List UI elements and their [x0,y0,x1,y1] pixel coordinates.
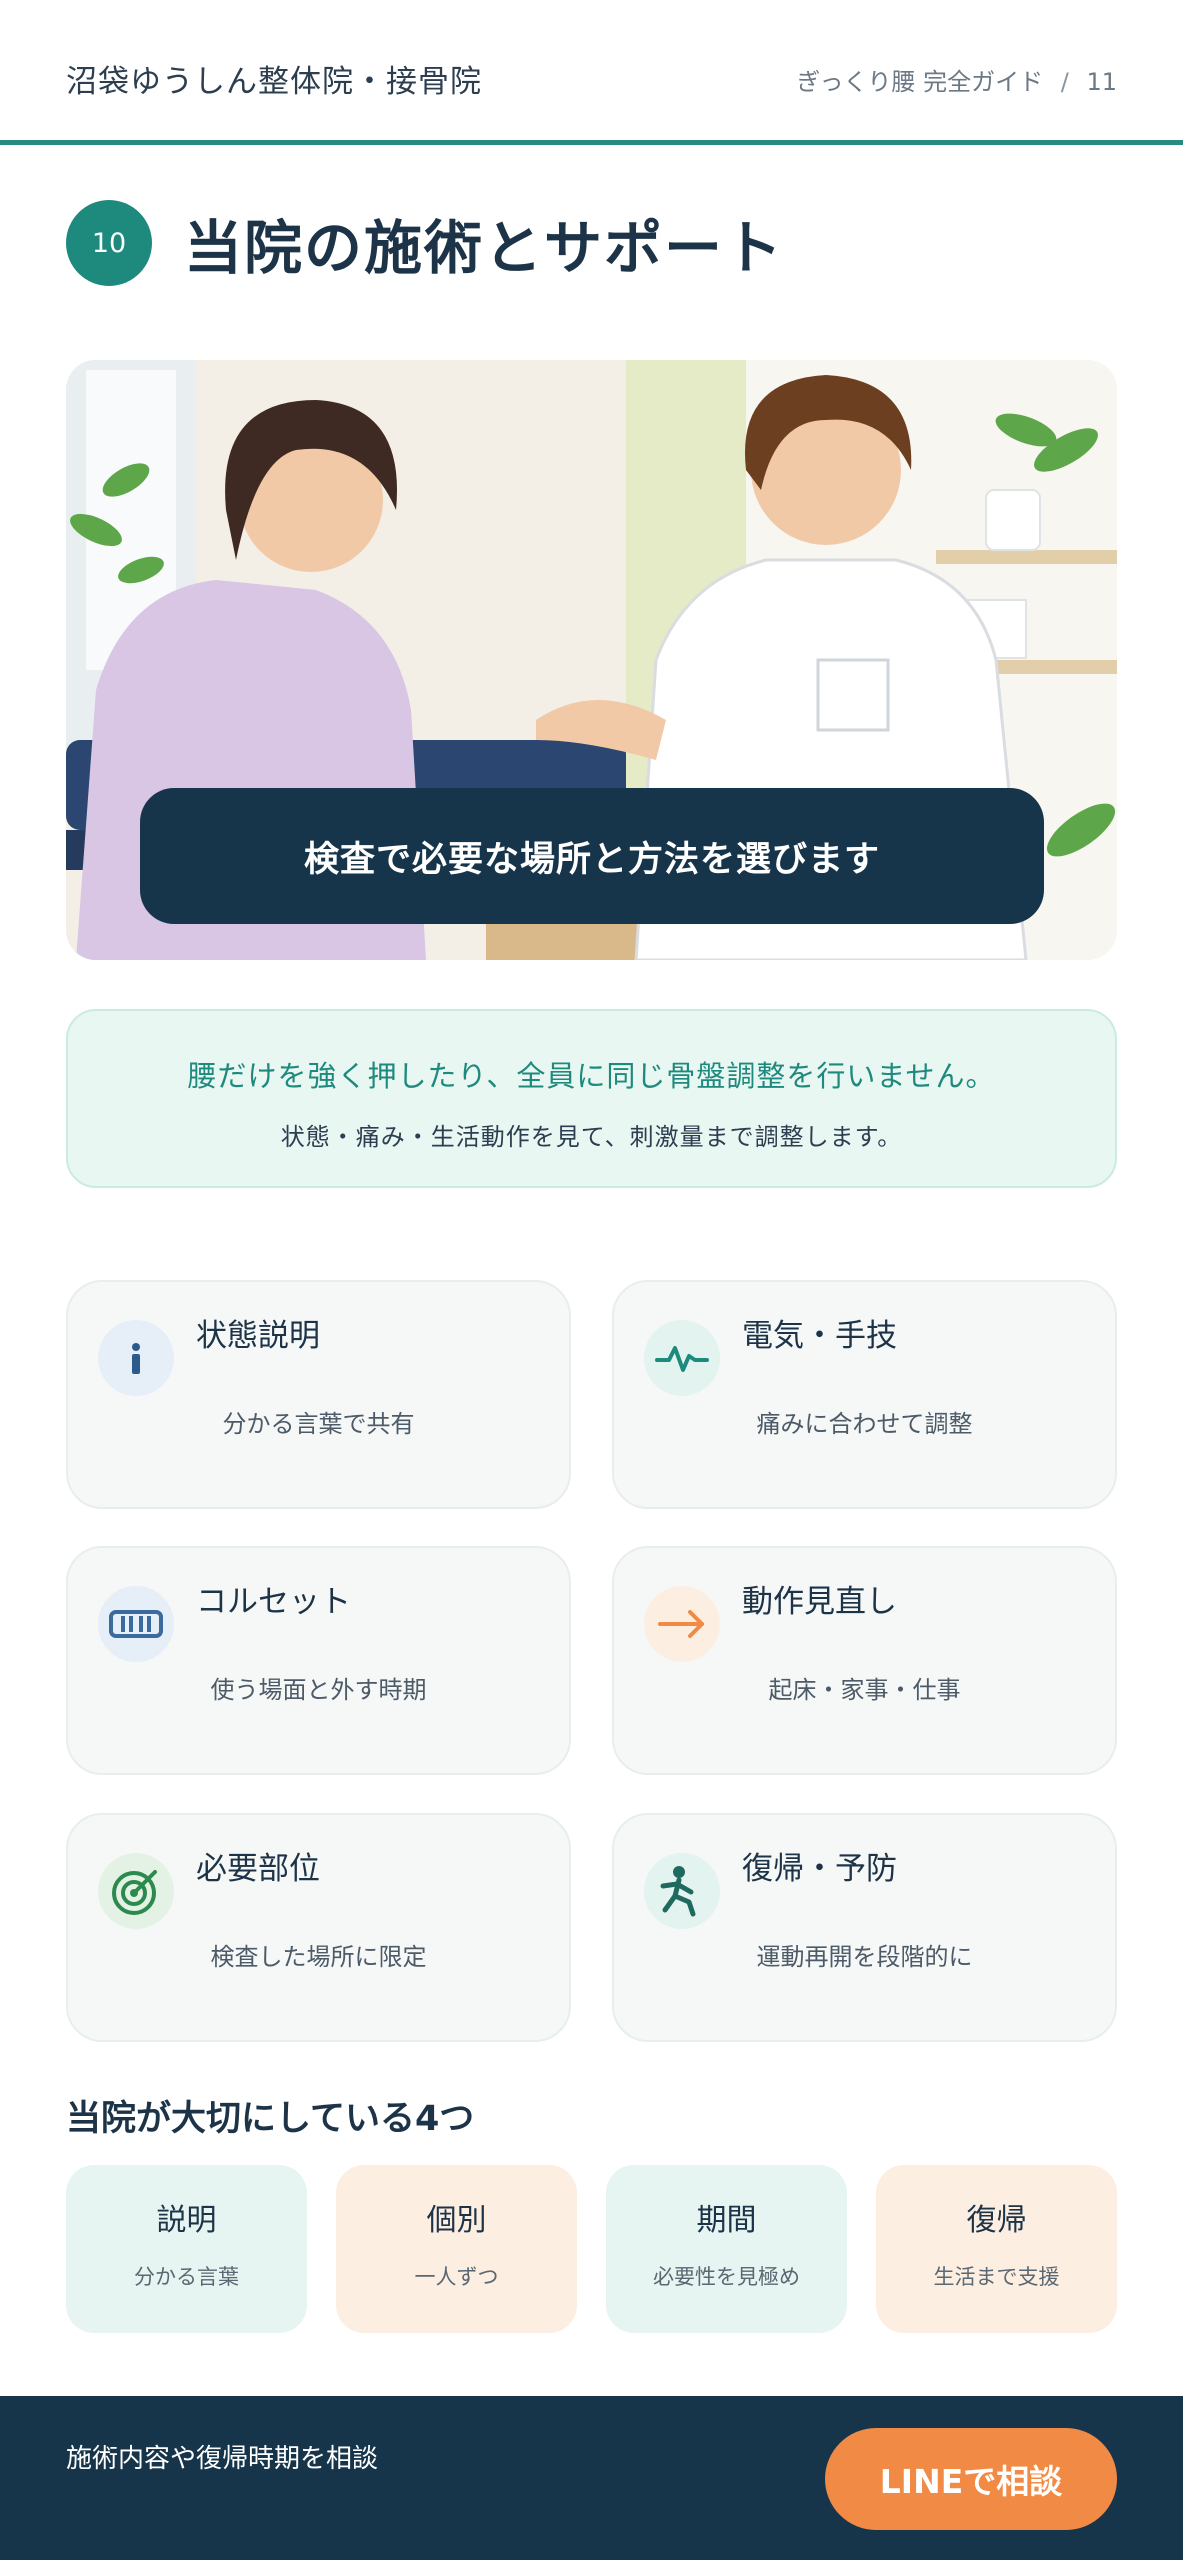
service-title: 電気・手技 [742,1318,897,1354]
value-desc: 必要性を見極め [653,2265,800,2289]
value-card: 個別 一人ずつ [336,2165,577,2333]
page-number: 11 [1086,68,1117,96]
service-title: コルセット [196,1584,351,1620]
guide-separator: / [1060,68,1069,96]
service-card-target-area[interactable]: 必要部位 検査した場所に限定 [66,1813,571,2042]
value-card: 復帰 生活まで支援 [876,2165,1117,2333]
value-card: 説明 分かる言葉 [66,2165,307,2333]
policy-note-main: 腰だけを強く押したり、全員に同じ骨盤調整を行いません。 [187,1059,996,1093]
target-icon [98,1853,174,1929]
pulse-icon [644,1320,720,1396]
service-card-explanation[interactable]: 状態説明 分かる言葉で共有 [66,1280,571,1509]
service-card-corset[interactable]: コルセット 使う場面と外す時期 [66,1546,571,1775]
values-heading: 当院が大切にしている4つ [66,2099,475,2139]
value-desc: 一人ずつ [414,2265,499,2289]
page-header: 沼袋ゆうしん整体院・接骨院 ぎっくり腰 完全ガイド / 11 [0,0,1183,145]
service-desc: 痛みに合わせて調整 [756,1410,973,1438]
value-title: 復帰 [966,2203,1027,2238]
guide-title: ぎっくり腰 完全ガイド [796,68,1044,96]
hero-illustration: 検査で必要な場所と方法を選びます [66,360,1117,960]
info-icon [98,1320,174,1396]
service-card-electric-manual[interactable]: 電気・手技 痛みに合わせて調整 [612,1280,1117,1509]
service-card-movement-review[interactable]: 動作見直し 起床・家事・仕事 [612,1546,1117,1775]
service-desc: 検査した場所に限定 [210,1943,427,1971]
value-desc: 分かる言葉 [134,2265,239,2289]
service-title: 動作見直し [742,1584,897,1620]
value-title: 説明 [156,2203,217,2238]
value-title: 個別 [426,2203,487,2238]
guide-reference: ぎっくり腰 完全ガイド / 11 [796,62,1117,97]
arrow-right-icon [644,1586,720,1662]
corset-icon [98,1586,174,1662]
bottom-cta-bar: 施術内容や復帰時期を相談 LINEで相談 [0,2396,1183,2560]
policy-note-sub: 状態・痛み・生活動作を見て、刺激量まで調整します。 [280,1123,903,1151]
line-consult-button[interactable]: LINEで相談 [825,2428,1117,2530]
value-card: 期間 必要性を見極め [606,2165,847,2333]
value-title: 期間 [696,2203,757,2238]
running-icon [644,1853,720,1929]
service-desc: 使う場面と外す時期 [210,1676,427,1704]
service-desc: 起床・家事・仕事 [768,1676,961,1704]
bottom-cta-text: 施術内容や復帰時期を相談 [66,2444,379,2474]
section-title: 当院の施術とサポート [184,214,785,282]
service-desc: 分かる言葉で共有 [222,1410,415,1438]
value-desc: 生活まで支援 [933,2265,1060,2289]
service-title: 必要部位 [196,1851,320,1887]
service-title: 復帰・予防 [742,1851,897,1887]
clinic-name[interactable]: 沼袋ゆうしん整体院・接骨院 [66,56,482,101]
section-number-badge: 10 [66,200,152,286]
service-card-return-prevention[interactable]: 復帰・予防 運動再開を段階的に [612,1813,1117,2042]
service-desc: 運動再開を段階的に [756,1943,973,1971]
hero-caption: 検査で必要な場所と方法を選びます [140,788,1044,924]
service-title: 状態説明 [196,1318,320,1354]
policy-note: 腰だけを強く押したり、全員に同じ骨盤調整を行いません。 状態・痛み・生活動作を見… [66,1009,1117,1188]
